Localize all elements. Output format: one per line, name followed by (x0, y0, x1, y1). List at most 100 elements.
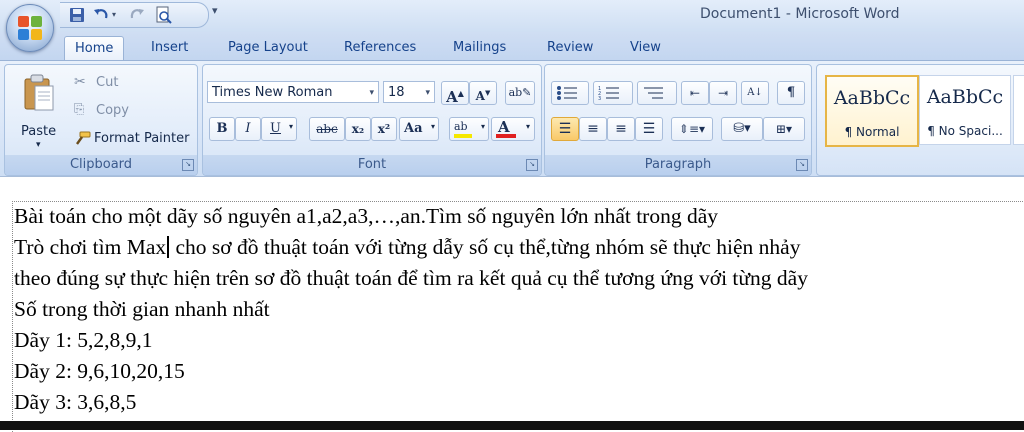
style-no-spacing-name: ¶ No Spaci... (927, 124, 1003, 138)
font-dialog-launcher-icon[interactable]: ↘ (526, 159, 538, 171)
change-case-button[interactable]: Aa ▾ (399, 117, 439, 141)
document-text: cho sơ đồ thuật toán với từng dẫy số cụ … (170, 235, 801, 259)
document-area[interactable]: Bài toán cho một dãy số nguyên a1,a2,a3,… (0, 176, 1024, 432)
grow-font-button[interactable]: A▲ (441, 81, 469, 106)
subscript-label: x₂ (351, 122, 365, 136)
justify-icon: ☰ (642, 121, 656, 137)
style-no-spacing[interactable]: AaBbCc ¶ No Spaci... (919, 75, 1011, 145)
copy-button[interactable]: ⎘ Copy (69, 99, 191, 123)
paste-label: Paste (21, 124, 57, 139)
style-no-spacing-sample: AaBbCc (926, 86, 1004, 108)
shrink-font-button[interactable]: A▼ (469, 81, 497, 105)
decrease-indent-button[interactable]: ⇤ (681, 81, 709, 105)
tab-references[interactable]: References (334, 36, 426, 60)
font-group-label: Font (203, 155, 541, 175)
screen-bottom-edge (0, 421, 1024, 430)
cut-button[interactable]: ✂ Cut (69, 71, 191, 95)
tab-insert[interactable]: Insert (141, 36, 198, 60)
document-line[interactable]: Dãy 2: 9,6,10,20,15 (14, 356, 185, 387)
print-preview-icon[interactable] (154, 6, 172, 24)
ribbon: Paste ▾ ✂ Cut ⎘ Copy Format Painter Clip… (0, 60, 1024, 177)
text-cursor (167, 236, 170, 258)
bullets-icon (557, 86, 577, 100)
font-name-dropdown-icon[interactable]: ▾ (369, 82, 374, 104)
quick-access-toolbar: ▾ (60, 2, 209, 28)
copy-label: Copy (96, 103, 129, 118)
multilevel-list-button[interactable] (637, 81, 677, 105)
style-next-partial[interactable] (1013, 75, 1024, 145)
align-left-icon: ☰ (558, 121, 572, 137)
tab-page-layout[interactable]: Page Layout (218, 36, 318, 60)
sort-button[interactable]: A↓ (741, 81, 769, 105)
increase-indent-button[interactable]: ⇥ (709, 81, 737, 105)
undo-icon[interactable] (92, 6, 110, 24)
font-size-value: 18 (388, 85, 405, 100)
format-painter-button[interactable]: Format Painter (69, 127, 195, 151)
align-left-button[interactable]: ☰ (551, 117, 579, 141)
undo-dropdown-icon[interactable]: ▾ (112, 6, 122, 24)
bold-label: B (216, 121, 228, 136)
cut-label: Cut (96, 75, 119, 90)
shrink-font-icon: A▼ (475, 88, 491, 103)
font-color-button[interactable]: A ▾ (491, 117, 535, 141)
tab-view[interactable]: View (620, 36, 671, 60)
paste-button[interactable]: Paste ▾ (11, 69, 67, 153)
change-case-dropdown-icon[interactable]: ▾ (431, 122, 435, 131)
document-line[interactable]: Dãy 3: 3,6,8,5 (14, 387, 136, 418)
show-formatting-button[interactable]: ¶ (777, 81, 805, 105)
borders-button[interactable]: ⊞▾ (763, 117, 805, 141)
office-logo-icon (18, 16, 42, 40)
justify-button[interactable]: ☰ (635, 117, 663, 141)
shading-button[interactable]: ⛁▾ (721, 117, 763, 141)
clear-formatting-icon: ab✎ (508, 86, 532, 99)
line-spacing-button[interactable]: ⇕≡▾ (671, 117, 713, 141)
tab-mailings[interactable]: Mailings (443, 36, 516, 60)
align-center-button[interactable]: ≡ (579, 117, 607, 141)
numbering-icon: 123 (598, 86, 619, 101)
highlight-dropdown-icon[interactable]: ▾ (481, 122, 485, 131)
document-text: Trò chơi tìm Max (14, 235, 167, 259)
italic-button[interactable]: I (235, 117, 261, 141)
clear-formatting-button[interactable]: ab✎ (505, 81, 535, 105)
font-color-dropdown-icon[interactable]: ▾ (526, 122, 530, 131)
bold-button[interactable]: B (209, 117, 235, 141)
clipboard-dialog-launcher-icon[interactable]: ↘ (182, 159, 194, 171)
font-size-combo[interactable]: 18 ▾ (383, 81, 435, 103)
borders-icon: ⊞▾ (775, 122, 793, 136)
svg-text:3: 3 (598, 96, 601, 101)
document-line[interactable]: Trò chơi tìm Max cho sơ đồ thuật toán vớ… (14, 232, 800, 263)
save-icon[interactable] (68, 6, 86, 24)
document-line[interactable]: Số trong thời gian nhanh nhất (14, 294, 270, 325)
tab-home[interactable]: Home (64, 36, 125, 62)
document-line[interactable]: Dãy 1: 5,2,8,9,1 (14, 325, 153, 356)
title-bar: ▾ ▾ Document1 - Microsoft Word (0, 0, 1024, 32)
underline-button[interactable]: U ▾ (261, 117, 297, 141)
bullets-button[interactable] (551, 81, 589, 105)
superscript-button[interactable]: x² (371, 117, 397, 141)
office-button[interactable] (6, 4, 54, 52)
document-line[interactable]: theo đúng sự thực hiện trên sơ đồ thuật … (14, 263, 808, 294)
font-group: Times New Roman ▾ 18 ▾ A▲ A▼ ab✎ B I U ▾… (202, 64, 542, 176)
highlight-button[interactable]: ab ▾ (449, 117, 489, 141)
line-spacing-icon: ⇕≡▾ (678, 122, 706, 136)
underline-dropdown-icon[interactable]: ▾ (289, 122, 293, 131)
style-normal[interactable]: AaBbCc ¶ Normal (825, 75, 919, 147)
superscript-label: x² (377, 122, 391, 136)
grow-font-icon: A▲ (446, 88, 464, 106)
font-name-combo[interactable]: Times New Roman ▾ (207, 81, 379, 103)
align-right-button[interactable]: ≡ (607, 117, 635, 141)
font-size-dropdown-icon[interactable]: ▾ (425, 82, 430, 104)
paragraph-dialog-launcher-icon[interactable]: ↘ (796, 159, 808, 171)
redo-icon[interactable] (128, 6, 146, 24)
customize-qat-icon[interactable]: ▾ (212, 4, 230, 22)
document-line[interactable]: Bài toán cho một dãy số nguyên a1,a2,a3,… (14, 201, 718, 232)
subscript-button[interactable]: x₂ (345, 117, 371, 141)
pilcrow-icon: ¶ (786, 85, 796, 100)
numbering-button[interactable]: 123 (593, 81, 633, 105)
font-name-value: Times New Roman (212, 85, 333, 100)
strikethrough-button[interactable]: abc (309, 117, 345, 141)
style-normal-name: ¶ Normal (844, 125, 900, 139)
tab-review[interactable]: Review (537, 36, 603, 60)
paragraph-group: 123 ⇤ ⇥ A↓ ¶ ☰ ≡ ≡ ☰ ⇕≡▾ ⛁▾ ⊞▾ Paragraph… (544, 64, 812, 176)
format-painter-icon (76, 131, 91, 145)
